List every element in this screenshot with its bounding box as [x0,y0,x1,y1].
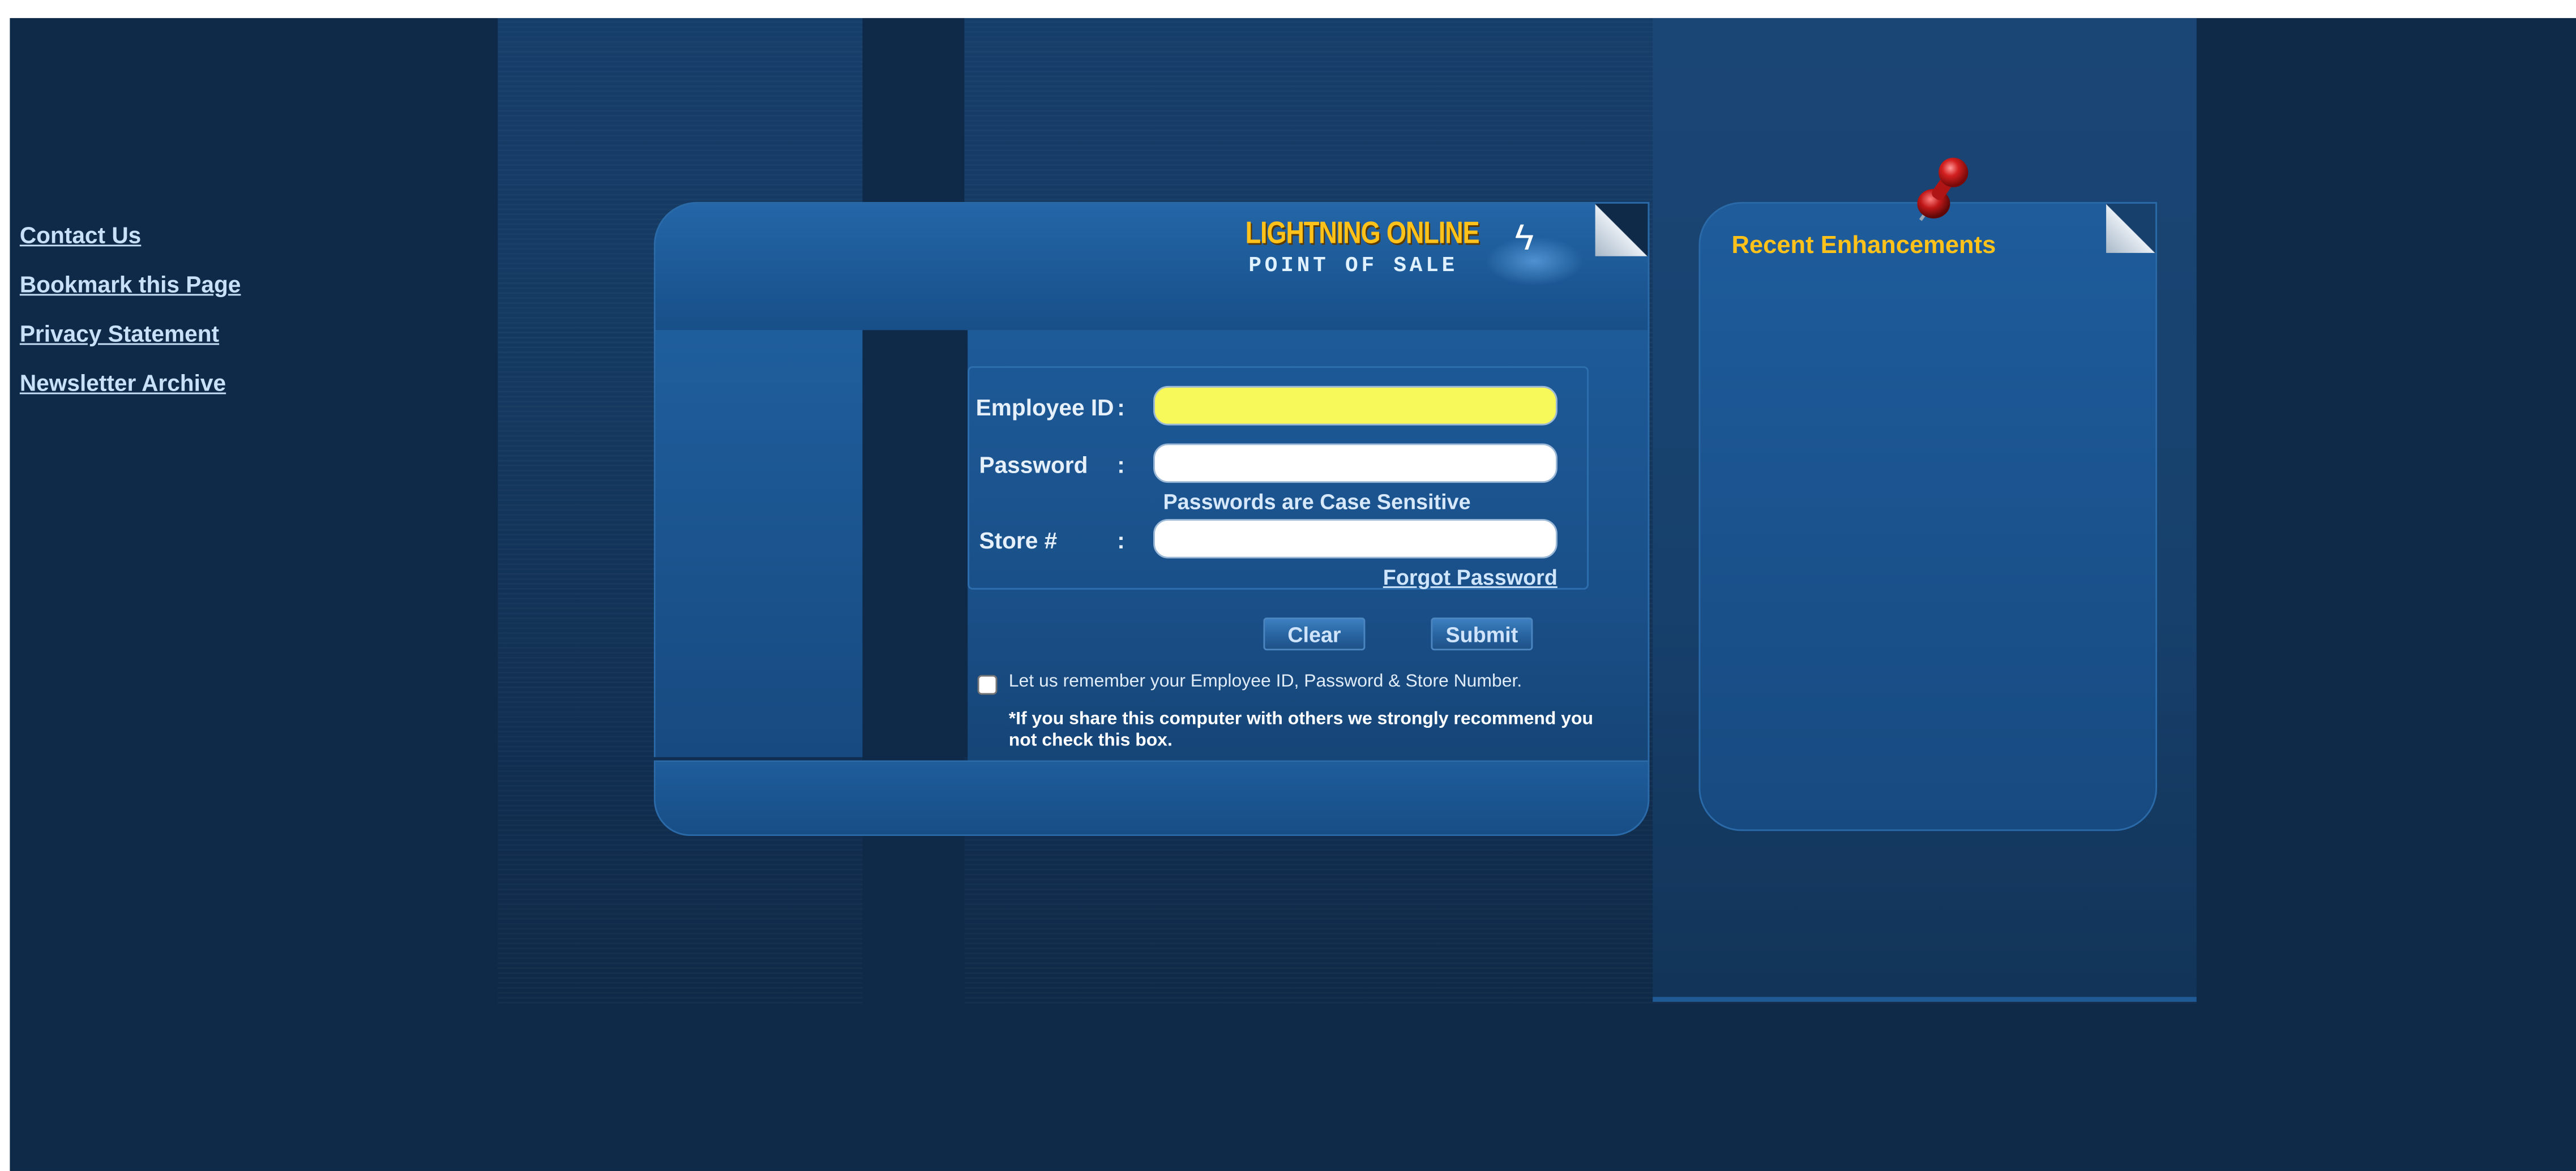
case-sensitive-note: Passwords are Case Sensitive [1163,489,1471,514]
left-nav: Contact Us Bookmark this Page Privacy St… [20,210,241,407]
employee-id-label: Employee ID [975,394,1114,421]
store-number-input[interactable] [1153,518,1557,559]
forgot-password-link[interactable]: Forgot Password [1383,565,1557,590]
logo: LIGHTNING ONLINE POINT OF SALE ϟ [1239,217,1584,291]
screen: Contact Us Bookmark this Page Privacy St… [0,0,2576,1171]
employee-id-input[interactable] [1153,385,1557,426]
lightning-bolt-icon: ϟ [1514,217,1534,258]
password-input[interactable] [1153,443,1557,483]
recent-enhancements-title: Recent Enhancements [1731,231,1996,260]
nav-link-contact-us[interactable]: Contact Us [20,210,241,259]
logo-subtitle: POINT OF SALE [1248,252,1458,278]
shared-computer-warning: *If you share this computer with others … [1008,709,1593,751]
nav-link-bookmark[interactable]: Bookmark this Page [20,259,241,308]
page-curl-icon [2106,203,2156,253]
remember-me-checkbox[interactable] [977,675,998,695]
logo-title: LIGHTNING ONLINE [1245,217,1480,251]
store-number-colon: : [1117,527,1125,554]
login-card-dark-column [862,330,968,757]
submit-button[interactable]: Submit [1431,617,1533,651]
store-number-label: Store # [979,527,1058,554]
page-background: Contact Us Bookmark this Page Privacy St… [10,18,2576,1171]
clear-button[interactable]: Clear [1263,617,1366,651]
password-label: Password [979,451,1088,478]
page-curl-icon [1595,203,1648,256]
login-card: LIGHTNING ONLINE POINT OF SALE ϟ Employe… [653,201,1650,837]
nav-link-privacy-statement[interactable]: Privacy Statement [20,309,241,358]
remember-me-label: Let us remember your Employee ID, Passwo… [1008,671,1522,692]
login-form: Employee ID : Password : Passwords are C… [968,366,1589,590]
login-card-footer [653,760,1650,837]
employee-id-colon: : [1117,394,1125,421]
recent-enhancements-card: Recent Enhancements [1698,201,2158,831]
login-form-area: Employee ID : Password : Passwords are C… [968,330,1650,761]
password-colon: : [1117,451,1125,478]
login-card-header: LIGHTNING ONLINE POINT OF SALE ϟ [653,201,1650,332]
nav-link-newsletter-archive[interactable]: Newsletter Archive [20,358,241,408]
login-card-left-band [653,330,863,757]
pushpin-icon [1917,157,1969,221]
logo-swoosh [1485,236,1584,286]
